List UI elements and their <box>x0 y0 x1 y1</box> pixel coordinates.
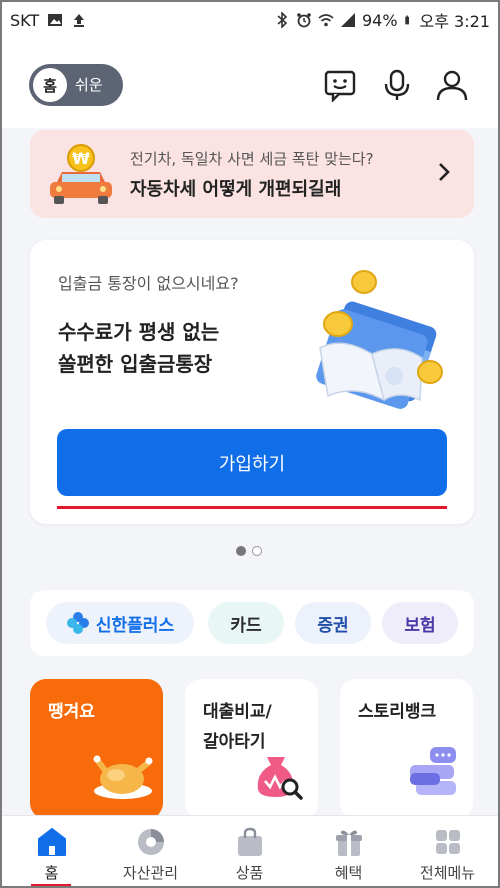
battery-icon <box>404 15 409 25</box>
join-button[interactable]: 가입하기 <box>57 429 447 496</box>
nav-all-menu[interactable]: 전체메뉴 <box>398 816 497 886</box>
promo-title-line1: 수수료가 평생 없는 <box>58 320 220 344</box>
app-header: 홈 쉬운 <box>2 38 498 128</box>
banner-title: 자동차세 어떻게 개편되길래 <box>130 179 342 200</box>
promo-card: 입출금 통장이 없으시네요? 수수료가 평생 없는 쏠편한 입출금통장 가입하기 <box>30 240 474 524</box>
nav-all-menu-label: 전체메뉴 <box>419 864 476 882</box>
shinhan-plus-link[interactable]: 신한플러스 <box>46 602 194 644</box>
card-link[interactable]: 카드 <box>208 602 284 644</box>
signal-icon <box>340 13 355 27</box>
gift-icon <box>336 830 362 856</box>
svg-text:₩: ₩ <box>72 149 90 168</box>
microphone-icon[interactable] <box>380 68 414 102</box>
carrier-label: SKT <box>10 10 40 30</box>
banner-subtitle: 전기차, 독일차 사면 세금 폭탄 맞는다? <box>130 150 374 168</box>
promo-subtitle: 입출금 통장이 없으시네요? <box>58 274 239 293</box>
story-bank-label: 스토리뱅크 <box>358 702 437 722</box>
nav-products-label: 상품 <box>235 864 264 882</box>
nav-assets-label: 자산관리 <box>122 864 179 882</box>
promo-title: 수수료가 평생 없는 쏠편한 입출금통장 <box>58 316 219 380</box>
clock: 오후 3:21 <box>419 12 490 31</box>
car-with-coin-icon: ₩ <box>50 144 112 204</box>
nav-benefits[interactable]: 혜택 <box>299 816 398 886</box>
insurance-link[interactable]: 보험 <box>382 602 458 644</box>
button-underline <box>57 506 447 509</box>
bankbook-with-coins-icon <box>316 270 443 409</box>
home-icon <box>38 828 66 856</box>
grid-menu-icon <box>436 830 460 854</box>
bluetooth-icon <box>277 12 288 28</box>
wifi-icon <box>318 14 334 27</box>
chat-bubbles-icon <box>410 747 456 795</box>
toggle-easy-label: 쉬운 <box>75 76 103 94</box>
shinhan-plus-label: 신한플러스 <box>95 615 175 636</box>
status-bar: SKT 94% 오후 3:21 <box>2 2 498 38</box>
quick-links: 신한플러스 카드 증권 보험 <box>30 590 474 656</box>
chatbot-icon[interactable] <box>323 68 357 102</box>
page-dot[interactable] <box>252 546 262 556</box>
photo-icon <box>48 14 63 26</box>
toggle-home-label: 홈 <box>33 68 67 102</box>
profile-icon[interactable] <box>435 68 469 102</box>
app-screen: SKT 94% 오후 3:21 홈 쉬운 ₩ 전기차, 독일차 사면 세금 폭탄… <box>0 0 500 888</box>
ddangyo-tile[interactable]: 땡겨요 <box>30 679 163 819</box>
bottom-navigation: 홈 자산관리 상품 혜택 전체메뉴 <box>2 815 498 886</box>
loan-compare-line1: 대출비교/ <box>203 702 272 722</box>
upload-icon <box>74 14 85 27</box>
alarm-icon <box>297 13 311 28</box>
securities-link[interactable]: 증권 <box>295 602 371 644</box>
pie-chart-icon <box>138 829 164 855</box>
nav-active-underline <box>31 884 71 886</box>
ddangyo-label: 땡겨요 <box>48 702 95 722</box>
pagination-dots <box>236 546 262 556</box>
story-bank-tile[interactable]: 스토리뱅크 <box>340 679 473 819</box>
promo-title-line2: 쏠편한 입출금통장 <box>58 352 213 376</box>
money-bag-search-icon <box>257 757 303 800</box>
page-dot-active[interactable] <box>236 546 246 556</box>
news-banner[interactable]: ₩ 전기차, 독일차 사면 세금 폭탄 맞는다? 자동차세 어떻게 개편되길래 <box>30 130 474 218</box>
roast-chicken-icon <box>93 755 153 799</box>
clover-icon <box>66 612 89 634</box>
battery-percent: 94% <box>361 10 398 30</box>
chevron-right-icon <box>439 163 450 181</box>
loan-compare-label: 대출비교/ 갈아타기 <box>203 697 272 757</box>
nav-benefits-label: 혜택 <box>334 864 363 882</box>
nav-assets[interactable]: 자산관리 <box>101 816 200 886</box>
loan-compare-tile[interactable]: 대출비교/ 갈아타기 <box>185 679 318 819</box>
home-mode-toggle[interactable]: 홈 쉬운 <box>29 64 123 106</box>
nav-home[interactable]: 홈 <box>2 816 101 886</box>
nav-products[interactable]: 상품 <box>200 816 299 886</box>
nav-home-label: 홈 <box>44 864 59 882</box>
shopping-bag-icon <box>238 827 262 856</box>
